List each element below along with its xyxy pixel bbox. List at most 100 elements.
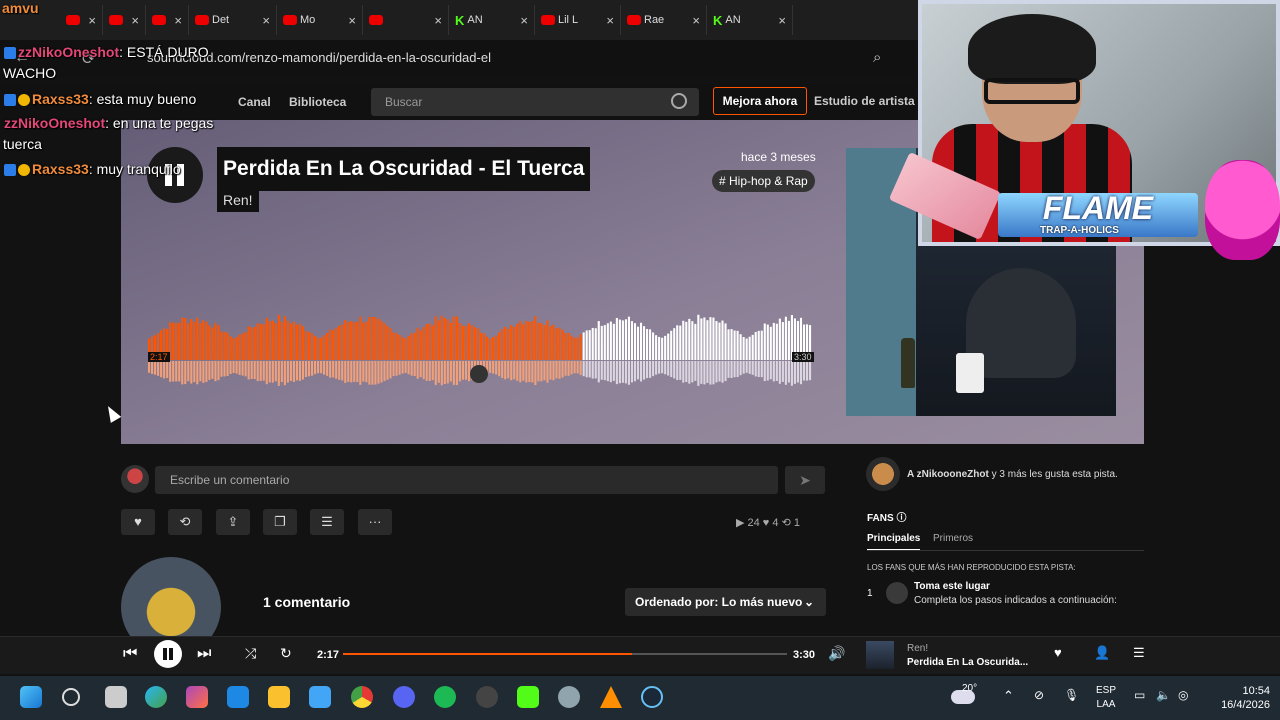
waveform-bar <box>365 321 368 360</box>
browser-tab[interactable]: × <box>363 5 449 35</box>
steam-icon[interactable] <box>641 686 663 708</box>
system-clock[interactable]: 10:54 16/4/2026 <box>1220 684 1270 712</box>
browser-tab[interactable]: Det × <box>189 5 277 35</box>
waveform-bar-reflection <box>443 361 446 384</box>
nav-canal[interactable]: Canal <box>238 95 271 109</box>
copilot-icon[interactable] <box>186 686 208 708</box>
browser-tab[interactable]: K AN × <box>449 5 535 35</box>
send-icon[interactable]: ➤ <box>785 466 825 494</box>
sort-dropdown[interactable]: Ordenado por: Lo más nuevo ⌄ <box>625 588 826 616</box>
waveform-bar <box>341 324 344 360</box>
zoom-icon[interactable]: ⌕ <box>873 49 881 66</box>
chrome-icon[interactable] <box>351 686 373 708</box>
browser-tab[interactable]: Lil L × <box>535 5 621 35</box>
speaker-icon[interactable]: 🔈 <box>1156 688 1171 702</box>
like-button[interactable]: ♥ <box>121 509 155 535</box>
volume-icon[interactable]: 🔊 <box>828 645 845 662</box>
close-icon[interactable]: × <box>131 13 139 28</box>
shuffle-icon[interactable]: ⤮ <box>245 645 256 662</box>
comment-placeholder: Escribe un comentario <box>170 473 290 487</box>
progress-bar[interactable] <box>343 653 787 655</box>
waveform-bar-reflection <box>558 361 561 379</box>
browser-tab[interactable]: × <box>60 5 103 35</box>
waveform-bar-reflection <box>223 361 226 377</box>
waveform-bar <box>320 337 323 360</box>
task-view-icon[interactable] <box>105 686 127 708</box>
discord-icon[interactable] <box>393 686 415 708</box>
settings-icon[interactable] <box>558 686 580 708</box>
browser-tab[interactable]: K AN × <box>707 5 793 35</box>
outlook-icon[interactable] <box>227 686 249 708</box>
close-icon[interactable]: × <box>520 13 528 28</box>
mini-cover-art[interactable] <box>866 641 894 669</box>
waveform-bar-reflection <box>374 361 377 385</box>
share-button[interactable]: ⇪ <box>216 509 250 535</box>
edge-icon[interactable] <box>145 686 167 708</box>
waveform-bar-reflection <box>386 361 389 380</box>
close-icon[interactable]: × <box>606 13 614 28</box>
avatar[interactable] <box>866 457 900 491</box>
repeat-icon[interactable]: ↻ <box>280 645 292 662</box>
waveform-bar <box>392 332 395 360</box>
close-icon[interactable]: × <box>174 13 182 28</box>
track-artist[interactable]: Ren! <box>217 188 259 212</box>
browser-tab[interactable]: Mo × <box>277 5 363 35</box>
waveform-bar <box>368 317 371 360</box>
repost-button[interactable]: ⟲ <box>168 509 202 535</box>
waveform[interactable] <box>148 310 812 390</box>
tab-principales[interactable]: Principales <box>867 533 921 551</box>
pause-button[interactable] <box>154 640 182 668</box>
player-title[interactable]: Perdida En La Oscurida... <box>907 657 1028 668</box>
kick-icon[interactable] <box>517 686 539 708</box>
comment-input[interactable]: Escribe un comentario <box>155 466 778 494</box>
chevron-up-icon[interactable]: ⌃ <box>1003 688 1014 704</box>
upgrade-button[interactable]: Mejora ahora <box>713 87 807 115</box>
tray-icon[interactable]: ⊘ <box>1034 688 1044 702</box>
info-icon[interactable]: ⓘ <box>896 513 906 524</box>
add-to-playlist-button[interactable]: ☰ <box>310 509 344 535</box>
player-current-time: 2:17 <box>317 649 340 661</box>
next-icon[interactable]: ⏭ <box>197 645 211 663</box>
waveform-bar-reflection <box>304 361 308 378</box>
nav-biblioteca[interactable]: Biblioteca <box>289 95 346 109</box>
likes-user[interactable]: A zNikoooneZhot <box>907 469 989 480</box>
close-icon[interactable]: × <box>348 13 356 28</box>
close-icon[interactable]: × <box>778 13 786 28</box>
browser-tab[interactable]: Rae × <box>621 5 707 35</box>
waveform-bar-reflection <box>609 361 612 383</box>
previous-icon[interactable]: ⏮ <box>123 645 137 663</box>
close-icon[interactable]: × <box>434 13 442 28</box>
artist-studio-link[interactable]: Estudio de artista <box>814 94 915 108</box>
close-icon[interactable]: × <box>262 13 270 28</box>
follow-icon[interactable]: 👤 <box>1094 645 1110 661</box>
obs-icon[interactable] <box>476 686 498 708</box>
chat-line: tuerca <box>3 136 42 152</box>
more-button[interactable]: ··· <box>358 509 392 535</box>
store-icon[interactable] <box>309 686 331 708</box>
microphone-icon[interactable]: 🎙 <box>1064 688 1079 702</box>
close-icon[interactable]: × <box>692 13 700 28</box>
display-icon[interactable]: ▭ <box>1134 688 1145 702</box>
spotify-icon[interactable] <box>434 686 456 708</box>
language-indicator[interactable]: ESP LAA <box>1096 684 1116 712</box>
browser-tab[interactable]: × <box>146 5 189 35</box>
waveform-bar <box>612 323 615 360</box>
close-icon[interactable]: × <box>88 13 96 28</box>
waveform-bar-reflection <box>163 361 166 379</box>
windows-start-icon[interactable] <box>20 686 42 708</box>
file-explorer-icon[interactable] <box>268 686 290 708</box>
search-input[interactable]: Buscar <box>371 88 699 116</box>
network-icon[interactable]: ◎ <box>1178 688 1188 702</box>
waveform-bar <box>736 330 739 360</box>
browser-tab[interactable]: × <box>103 5 146 35</box>
genre-tag[interactable]: # Hip-hop & Rap <box>712 170 815 192</box>
avatar[interactable] <box>121 465 149 493</box>
search-icon[interactable] <box>62 688 80 706</box>
copy-link-button[interactable]: ❐ <box>263 509 297 535</box>
tab-primeros[interactable]: Primeros <box>933 533 973 544</box>
waveform-bar <box>476 328 480 360</box>
search-icon[interactable] <box>671 93 687 109</box>
queue-icon[interactable]: ☰ <box>1133 645 1145 661</box>
player-artist[interactable]: Ren! <box>907 643 928 654</box>
heart-icon[interactable]: ♥ <box>1054 645 1062 660</box>
